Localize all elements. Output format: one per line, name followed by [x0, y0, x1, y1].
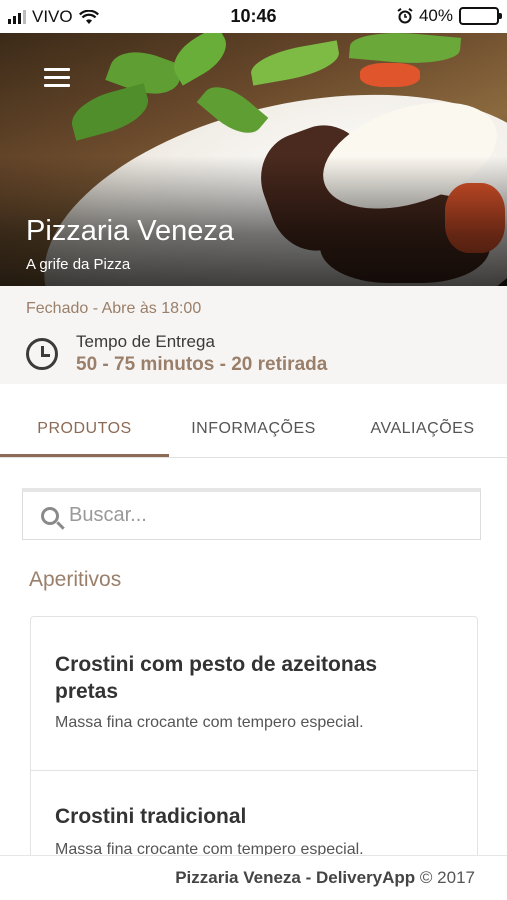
product-card[interactable]: Crostini com pesto de azeitonas pretas M… — [30, 616, 478, 771]
tab-produtos[interactable]: PRODUTOS — [0, 398, 169, 457]
tab-informacoes[interactable]: INFORMAÇÕES — [169, 398, 338, 457]
restaurant-tagline: A grife da Pizza — [26, 256, 131, 273]
footer-brand: Pizzaria Veneza - DeliveryApp — [175, 868, 416, 887]
delivery-time-label: Tempo de Entrega — [76, 332, 215, 351]
alarm-icon — [397, 8, 413, 24]
footer: Pizzaria Veneza - DeliveryApp © 2017 — [0, 855, 507, 900]
category-title: Aperitivos — [29, 568, 122, 591]
tab-avaliacoes[interactable]: AVALIAÇÕES — [338, 398, 507, 457]
delivery-time-value: 50 - 75 minutos - 20 retirada — [76, 354, 328, 375]
product-name: Crostini com pesto de azeitonas pretas — [55, 653, 378, 703]
restaurant-info: Fechado - Abre às 18:00 Tempo de Entrega… — [0, 286, 507, 384]
product-name: Crostini tradicional — [55, 805, 247, 828]
status-bar-right: 40% — [397, 6, 502, 26]
tab-bar: PRODUTOS INFORMAÇÕES AVALIAÇÕES — [0, 398, 507, 458]
search-input[interactable] — [69, 504, 449, 527]
battery-percent: 40% — [418, 6, 453, 25]
menu-icon[interactable] — [44, 68, 70, 88]
status-bar: VIVO 10:46 40% — [0, 0, 507, 33]
battery-icon — [459, 7, 502, 25]
restaurant-banner: Pizzaria Veneza A grife da Pizza — [0, 33, 507, 286]
search-box — [22, 488, 481, 540]
clock-icon — [26, 338, 58, 370]
restaurant-name: Pizzaria Veneza — [26, 215, 234, 247]
opening-status: Fechado - Abre às 18:00 — [26, 300, 202, 317]
product-description: Massa fina crocante com tempero especial… — [55, 714, 364, 731]
footer-copyright: © 2017 — [419, 868, 475, 887]
search-icon — [41, 506, 59, 525]
